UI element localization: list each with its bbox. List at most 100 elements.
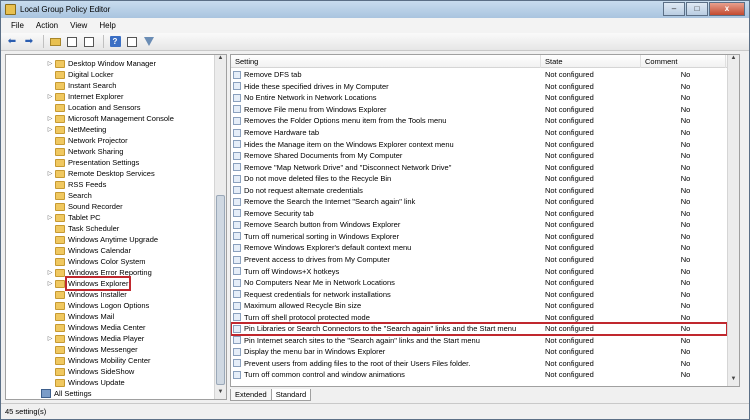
table-row[interactable]: Pin Internet search sites to the "Search… bbox=[231, 335, 727, 347]
column-header-state[interactable]: State bbox=[541, 55, 641, 68]
tree-item[interactable]: Windows Anytime Upgrade bbox=[46, 234, 158, 245]
table-row[interactable]: Hides the Manage item on the Windows Exp… bbox=[231, 138, 727, 150]
tree-item[interactable]: Task Scheduler bbox=[46, 223, 119, 234]
tree-item[interactable]: Windows Messenger bbox=[46, 344, 138, 355]
expand-arrow-icon[interactable]: ▷ bbox=[46, 170, 54, 177]
tree-item[interactable]: ▷ Desktop Window Manager bbox=[46, 58, 156, 69]
column-header-setting[interactable]: Setting bbox=[231, 55, 541, 68]
tree-item[interactable]: ▷ Tablet PC bbox=[46, 212, 101, 223]
scroll-up-icon[interactable]: ▲ bbox=[215, 55, 226, 65]
expand-arrow-icon[interactable]: ▷ bbox=[46, 126, 54, 133]
help-icon[interactable]: ? bbox=[108, 35, 122, 49]
forward-arrow-icon[interactable]: ➡ bbox=[22, 35, 36, 49]
table-row[interactable]: Remove DFS tab Not configured No bbox=[231, 69, 727, 81]
table-row[interactable]: Prevent users from adding files to the r… bbox=[231, 358, 727, 370]
minimize-button[interactable]: – bbox=[663, 2, 685, 16]
tree-item[interactable]: Search bbox=[46, 190, 92, 201]
tree-item[interactable]: ▷ Internet Explorer bbox=[46, 91, 124, 102]
tree-item[interactable]: Sound Recorder bbox=[46, 201, 123, 212]
navigation-tree[interactable]: ▲ ▼ ▷ Desktop Window Manager Digital Locke… bbox=[5, 54, 227, 400]
table-row[interactable]: No Computers Near Me in Network Location… bbox=[231, 277, 727, 289]
tree-item[interactable]: Network Sharing bbox=[46, 146, 123, 157]
table-row[interactable]: Maximum allowed Recycle Bin size Not conf… bbox=[231, 300, 727, 312]
tree-item[interactable]: Windows SideShow bbox=[46, 366, 134, 377]
tree-item[interactable]: Presentation Settings bbox=[46, 157, 139, 168]
tree-item-label: Instant Search bbox=[68, 81, 117, 90]
tree-item[interactable]: RSS Feeds bbox=[46, 179, 106, 190]
tree-item[interactable]: ▷ NetMeeting bbox=[46, 124, 107, 135]
scroll-down-icon[interactable]: ▼ bbox=[728, 376, 739, 386]
tree-scroll-thumb[interactable] bbox=[216, 195, 225, 385]
table-row[interactable]: Remove File menu from Windows Explorer No… bbox=[231, 104, 727, 116]
list-scrollbar[interactable]: ▲ ▼ bbox=[727, 55, 739, 386]
tree-item[interactable]: Digital Locker bbox=[46, 69, 113, 80]
table-row[interactable]: Request credentials for network installa… bbox=[231, 288, 727, 300]
table-row[interactable]: Remove Security tab Not configured No bbox=[231, 208, 727, 220]
table-row[interactable]: Do not request alternate credentials Not … bbox=[231, 184, 727, 196]
table-row[interactable]: Remove Hardware tab Not configured No bbox=[231, 127, 727, 139]
filter-icon[interactable] bbox=[142, 35, 156, 49]
tree-item[interactable]: ▷ Windows Media Player bbox=[46, 333, 145, 344]
title-bar[interactable]: Local Group Policy Editor – □ x bbox=[1, 1, 749, 18]
tree-item[interactable]: Windows Calendar bbox=[46, 245, 131, 256]
menu-view[interactable]: View bbox=[64, 21, 93, 30]
table-row[interactable]: No Entire Network in Network Locations No… bbox=[231, 92, 727, 104]
tree-item[interactable]: Windows Color System bbox=[46, 256, 146, 267]
tree-item[interactable]: Windows Installer bbox=[46, 289, 127, 300]
show-hide-tree-icon[interactable] bbox=[65, 35, 79, 49]
folder-up-icon[interactable] bbox=[48, 35, 62, 49]
export-list-icon[interactable] bbox=[82, 35, 96, 49]
table-row[interactable]: Remove Shared Documents from My Computer… bbox=[231, 150, 727, 162]
table-row[interactable]: Turn off common control and window anima… bbox=[231, 369, 727, 381]
table-row[interactable]: Remove Search button from Windows Explor… bbox=[231, 219, 727, 231]
tree-item[interactable]: Windows Logon Options bbox=[46, 300, 149, 311]
folder-icon bbox=[55, 378, 65, 387]
tree-item[interactable]: Network Projector bbox=[46, 135, 128, 146]
expand-arrow-icon[interactable]: ▷ bbox=[46, 214, 54, 221]
expand-arrow-icon[interactable]: ▷ bbox=[46, 269, 54, 276]
table-row[interactable]: Turn off shell protocol protected mode No… bbox=[231, 311, 727, 323]
table-row[interactable]: Do not move deleted files to the Recycle… bbox=[231, 173, 727, 185]
tree-item[interactable]: ▷ Microsoft Management Console bbox=[46, 113, 174, 124]
tree-item[interactable]: ▷ Windows Explorer bbox=[46, 276, 132, 291]
expand-arrow-icon[interactable]: ▷ bbox=[46, 115, 54, 122]
menu-help[interactable]: Help bbox=[93, 21, 121, 30]
tab-standard[interactable]: Standard bbox=[270, 389, 312, 401]
table-row[interactable]: Display the menu bar in Windows Explorer… bbox=[231, 346, 727, 358]
table-row[interactable]: Removes the Folder Options menu item fro… bbox=[231, 115, 727, 127]
menu-action[interactable]: Action bbox=[30, 21, 64, 30]
tree-item[interactable]: ▷ Remote Desktop Services bbox=[46, 168, 155, 179]
maximize-button[interactable]: □ bbox=[686, 2, 708, 16]
tree-item[interactable]: Instant Search bbox=[46, 80, 116, 91]
scroll-down-icon[interactable]: ▼ bbox=[215, 389, 226, 399]
expand-arrow-icon[interactable]: ▷ bbox=[46, 60, 54, 67]
table-row[interactable]: Remove Windows Explorer's default contex… bbox=[231, 242, 727, 254]
expand-arrow-icon[interactable]: ▷ bbox=[46, 280, 54, 287]
expand-arrow-icon[interactable]: ▷ bbox=[46, 93, 54, 100]
column-header-comment[interactable]: Comment bbox=[641, 55, 726, 68]
tree-item[interactable]: ▷ Windows Error Reporting bbox=[46, 267, 152, 278]
close-button[interactable]: x bbox=[709, 2, 745, 16]
menu-file[interactable]: File bbox=[5, 21, 30, 30]
tree-scrollbar[interactable]: ▲ ▼ bbox=[214, 55, 226, 399]
table-row[interactable]: Remove "Map Network Drive" and "Disconne… bbox=[231, 161, 727, 173]
table-row[interactable]: Pin Libraries or Search Connectors to th… bbox=[231, 322, 728, 336]
table-row[interactable]: Remove the Search the Internet "Search a… bbox=[231, 196, 727, 208]
tree-item[interactable]: Windows Update bbox=[46, 377, 125, 388]
table-row[interactable]: Turn off Windows+X hotkeys Not configured… bbox=[231, 265, 727, 277]
table-row[interactable]: Turn off numerical sorting in Windows Ex… bbox=[231, 231, 727, 243]
tree-item[interactable]: Windows Media Center bbox=[46, 322, 146, 333]
tree-item[interactable]: Windows Mail bbox=[46, 311, 114, 322]
table-row[interactable]: Hide these specified drives in My Comput… bbox=[231, 81, 727, 93]
comment-cell: No bbox=[680, 289, 691, 299]
comment-cell: No bbox=[680, 347, 691, 357]
properties-icon[interactable] bbox=[125, 35, 139, 49]
scroll-up-icon[interactable]: ▲ bbox=[728, 55, 739, 65]
tab-extended[interactable]: Extended bbox=[230, 389, 272, 401]
back-arrow-icon[interactable]: ⬅ bbox=[5, 35, 19, 49]
tree-item[interactable]: All Settings bbox=[32, 388, 92, 399]
tree-item[interactable]: Windows Mobility Center bbox=[46, 355, 151, 366]
table-row[interactable]: Prevent access to drives from My Compute… bbox=[231, 254, 727, 266]
expand-arrow-icon[interactable]: ▷ bbox=[46, 335, 54, 342]
tree-item[interactable]: Location and Sensors bbox=[46, 102, 141, 113]
